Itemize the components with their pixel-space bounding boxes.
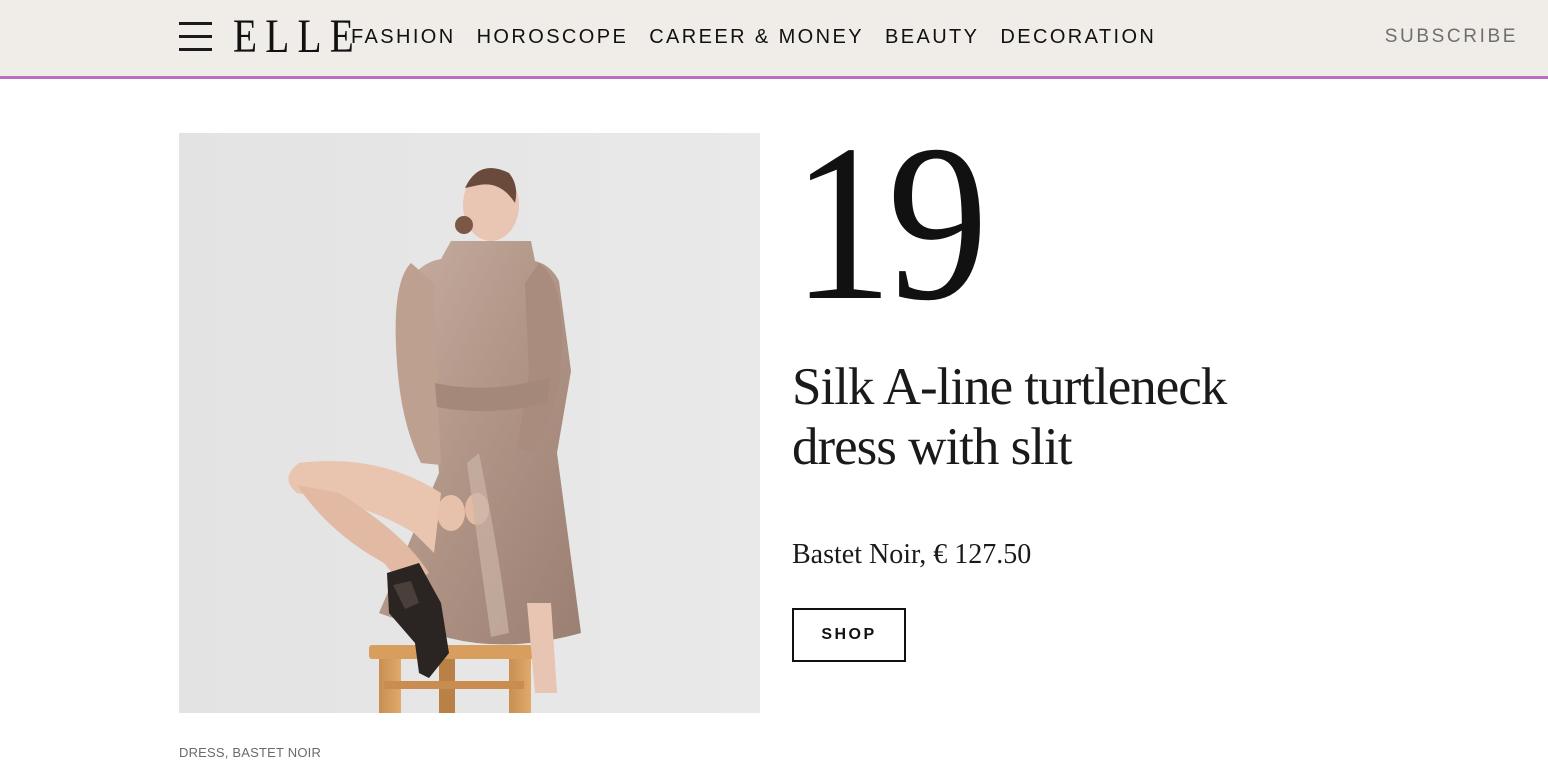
- site-header: ELLE FASHION HOROSCOPE CAREER & MONEY BE…: [0, 0, 1548, 79]
- nav-item-fashion[interactable]: FASHION: [351, 26, 456, 49]
- subscribe-link[interactable]: SUBSCRIBE: [1385, 26, 1518, 48]
- product-brand-price: Bastet Noir, € 127.50: [792, 539, 1032, 570]
- elle-logo[interactable]: ELLE: [233, 12, 362, 62]
- shop-button[interactable]: SHOP: [792, 608, 906, 662]
- nav-item-decoration[interactable]: DECORATION: [1000, 26, 1156, 49]
- product-tags: DRESS, BASTET NOIR: [179, 745, 322, 760]
- main-nav: FASHION HOROSCOPE CAREER & MONEY BEAUTY …: [351, 26, 1177, 49]
- product-image[interactable]: [179, 133, 760, 713]
- menu-icon[interactable]: [179, 22, 212, 52]
- nav-item-horoscope[interactable]: HOROSCOPE: [477, 26, 629, 49]
- product-title: Silk A-line turtleneck dress with slit: [792, 358, 1227, 476]
- nav-item-beauty[interactable]: BEAUTY: [885, 26, 979, 49]
- product-number: 19: [792, 99, 988, 347]
- nav-item-career-money[interactable]: CAREER & MONEY: [649, 26, 864, 49]
